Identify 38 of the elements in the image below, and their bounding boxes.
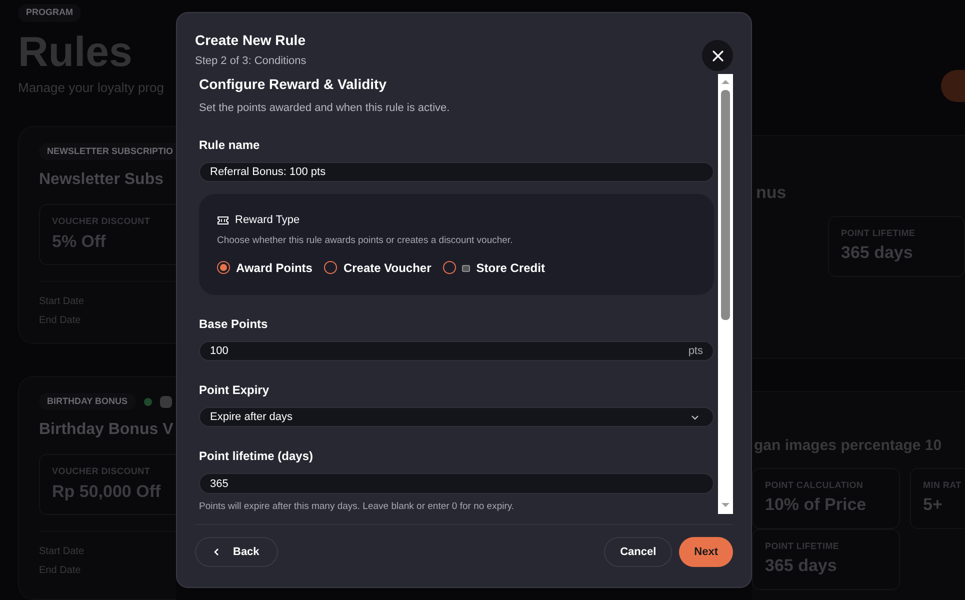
next-button[interactable]: Next <box>679 537 733 567</box>
chevron-left-icon <box>214 548 219 556</box>
field-hint: Points will expire after this many days. Leave blank or enter 0 for no expiry. <box>199 500 516 514</box>
ticket-icon <box>217 216 229 225</box>
select-value: Expire after days <box>210 410 293 425</box>
category-badge: BIRTHDAY BONUS <box>39 392 136 410</box>
field-label: Base Points <box>199 316 269 333</box>
chevron-down-icon <box>691 414 699 420</box>
panel-description: Choose whether this rule awards points or creates a discount voucher. <box>217 234 514 248</box>
section-description: Set the points awarded and when this rule is active. <box>199 101 451 116</box>
rule-title: Newsletter Subs <box>39 170 164 190</box>
dialog-title: Create New Rule <box>195 31 306 50</box>
close-button[interactable] <box>702 40 733 71</box>
radio-label: Create Voucher <box>343 260 432 277</box>
input-suffix: pts <box>688 344 703 359</box>
reward-type-radio[interactable]: Store Credit <box>443 258 545 277</box>
panel-title: Reward Type <box>235 212 300 228</box>
rule-name-input[interactable]: Referral Bonus: 100 pts <box>199 162 714 182</box>
section-title: Configure Reward & Validity <box>199 75 388 94</box>
type-icon <box>160 396 172 408</box>
reward-type-radio[interactable]: Award Points <box>217 258 312 277</box>
point-lifetime-input[interactable]: 365 <box>199 473 714 494</box>
scrollbar[interactable] <box>718 74 733 514</box>
back-button[interactable]: Back <box>195 537 278 567</box>
field-label: Point lifetime (days) <box>199 448 314 466</box>
field-label: Rule name <box>199 136 261 154</box>
step-indicator: Step 2 of 3: Conditions <box>195 54 306 69</box>
field-label: Point Expiry <box>199 382 270 399</box>
section-badge: PROGRAM <box>18 4 81 22</box>
base-points-input[interactable]: 100 pts <box>199 340 714 361</box>
input-value: 100 <box>210 344 228 359</box>
cancel-button[interactable]: Cancel <box>604 537 672 567</box>
radio-label: Award Points <box>236 260 312 277</box>
radio-label: Store Credit <box>476 260 545 277</box>
rule-title: Birthday Bonus V <box>39 420 174 440</box>
close-icon <box>712 50 724 62</box>
point-expiry-select[interactable]: Expire after days <box>199 407 714 428</box>
reward-type-radio[interactable]: Create Voucher <box>324 258 432 277</box>
